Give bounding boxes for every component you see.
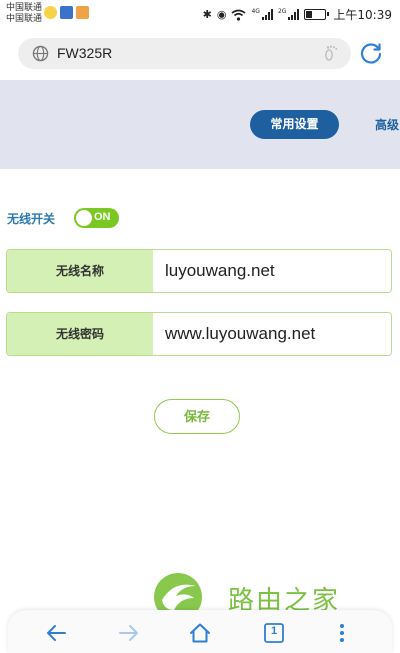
password-input[interactable] <box>153 313 391 355</box>
carrier-label: 中国联通 <box>6 14 43 24</box>
footprint-icon[interactable] <box>321 43 341 63</box>
back-arrow-icon[interactable] <box>44 621 68 645</box>
save-button[interactable]: 保存 <box>154 399 240 434</box>
battery-icon <box>304 9 330 20</box>
status-bar: 中国联通 中国联通 ✱ ◉ 4G 2G 上午10:39 <box>0 0 400 30</box>
wifi-icon <box>231 9 246 21</box>
tab-common-settings[interactable]: 常用设置 <box>250 110 339 139</box>
wifi-switch-label: 无线开关 <box>7 212 56 226</box>
clock: 上午10:39 <box>333 8 392 22</box>
tab-advanced-settings[interactable]: 高级 <box>375 116 399 133</box>
toggle-knob <box>76 210 92 226</box>
password-label: 无线密码 <box>7 313 153 355</box>
forward-arrow-icon[interactable] <box>117 621 141 645</box>
signal-icon: 2G <box>277 8 300 20</box>
url-text: FW325R <box>57 45 113 61</box>
news-app-icon <box>60 6 73 19</box>
password-field: 无线密码 <box>6 312 392 356</box>
tabs-icon[interactable]: 1 <box>262 621 286 645</box>
tab-count: 1 <box>270 625 278 637</box>
ssid-label: 无线名称 <box>7 250 153 292</box>
globe-icon <box>32 45 49 62</box>
system-icons: ✱ ◉ 4G 2G 上午10:39 <box>203 6 392 23</box>
page-header <box>0 80 400 169</box>
network-type-label: 2G <box>277 8 287 15</box>
notification-icons <box>44 6 89 19</box>
wifi-toggle[interactable]: ON <box>74 208 119 228</box>
more-menu-icon[interactable] <box>330 621 354 645</box>
reload-icon[interactable] <box>358 41 384 67</box>
address-bar[interactable]: FW325R <box>18 38 351 69</box>
signal-icon: 4G <box>251 8 273 20</box>
browser-toolbar: FW325R <box>0 30 400 78</box>
bottom-navigation: 1 <box>8 610 392 653</box>
ssid-field: 无线名称 <box>6 249 392 293</box>
eye-icon: ◉ <box>216 7 227 21</box>
ssid-input[interactable] <box>153 250 391 292</box>
bluetooth-icon: ✱ <box>202 7 212 21</box>
home-icon[interactable] <box>188 621 212 645</box>
weibo-icon <box>44 6 57 19</box>
gift-app-icon <box>76 6 89 19</box>
carrier-info: 中国联通 中国联通 <box>6 3 42 25</box>
network-type-label: 4G <box>251 8 260 15</box>
toggle-state-label: ON <box>94 211 111 223</box>
screen: 中国联通 中国联通 ✱ ◉ 4G 2G 上午10:39 FW325R 常用设置 … <box>0 0 400 653</box>
carrier-label: 中国联通 <box>6 3 43 13</box>
